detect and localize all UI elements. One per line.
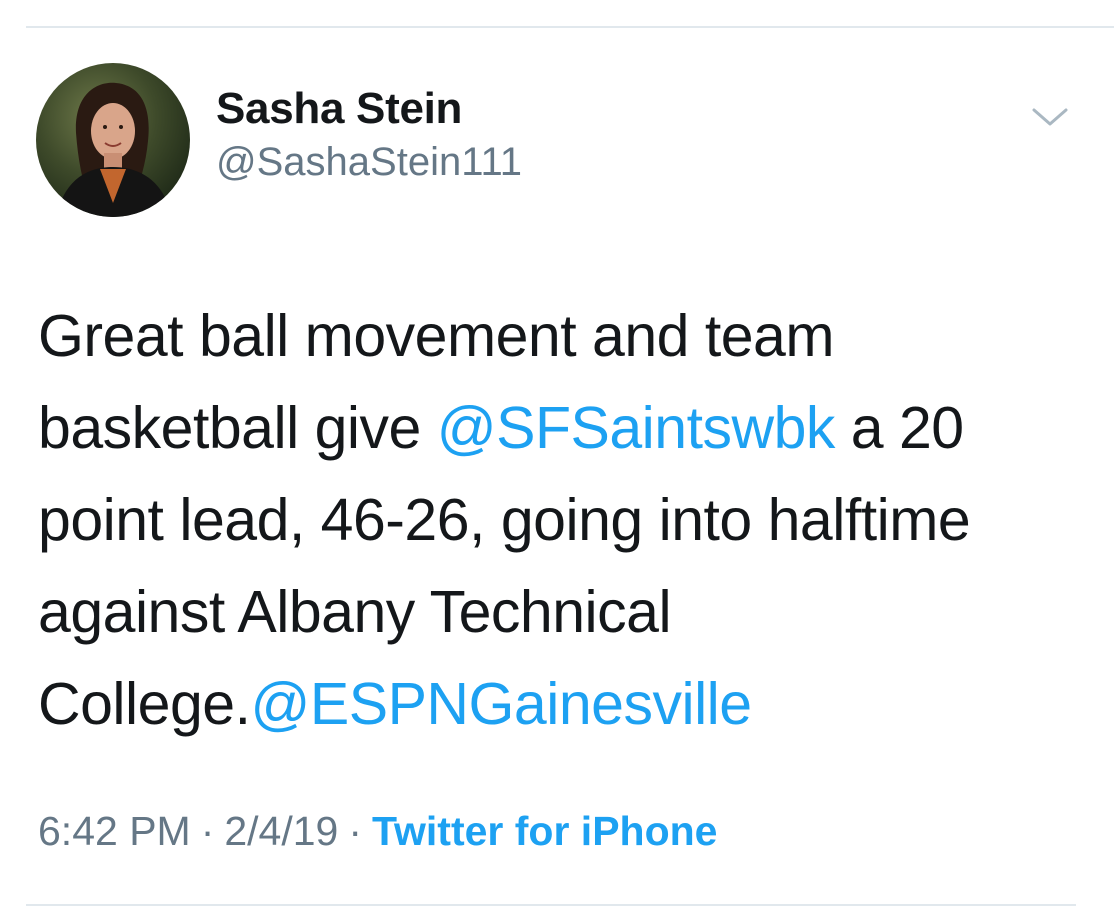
tweet-text-segment: basketball give <box>38 395 437 461</box>
avatar-image <box>36 63 190 217</box>
tweet-text-line: against Albany Technical <box>38 566 1078 658</box>
author-handle[interactable]: @SashaStein111 <box>216 140 522 185</box>
mention-link[interactable]: @ESPNGainesville <box>250 671 752 737</box>
tweet-time: 6:42 PM <box>38 808 191 854</box>
avatar[interactable] <box>36 63 190 217</box>
tweet-text-line: point lead, 46-26, going into halftime <box>38 474 1078 566</box>
tweet-source-link[interactable]: Twitter for iPhone <box>372 808 717 854</box>
tweet-text-segment: Great ball movement and team <box>38 303 835 369</box>
tweet-text-line: College.@ESPNGainesville <box>38 658 1078 750</box>
tweet-text: Great ball movement and team basketball g… <box>38 290 1078 750</box>
meta-separator: · <box>348 808 363 854</box>
top-divider <box>26 26 1114 28</box>
meta-separator: · <box>200 808 215 854</box>
tweet-text-segment: a 20 <box>834 395 964 461</box>
tweet-date: 2/4/19 <box>224 808 339 854</box>
tweet-text-segment: point lead, 46-26, going into halftime <box>38 487 971 553</box>
mention-link[interactable]: @SFSaintswbk <box>437 395 836 461</box>
tweet-text-segment: College. <box>38 671 251 737</box>
chevron-down-icon[interactable] <box>1028 100 1072 136</box>
bottom-divider <box>26 904 1076 906</box>
tweet-meta: 6:42 PM · 2/4/19 · Twitter for iPhone <box>38 808 717 855</box>
tweet-text-line: Great ball movement and team <box>38 290 1078 382</box>
tweet-text-line: basketball give @SFSaintswbk a 20 <box>38 382 1078 474</box>
author-display-name[interactable]: Sasha Stein <box>216 84 462 134</box>
tweet-text-segment: against Albany Technical <box>38 579 672 645</box>
